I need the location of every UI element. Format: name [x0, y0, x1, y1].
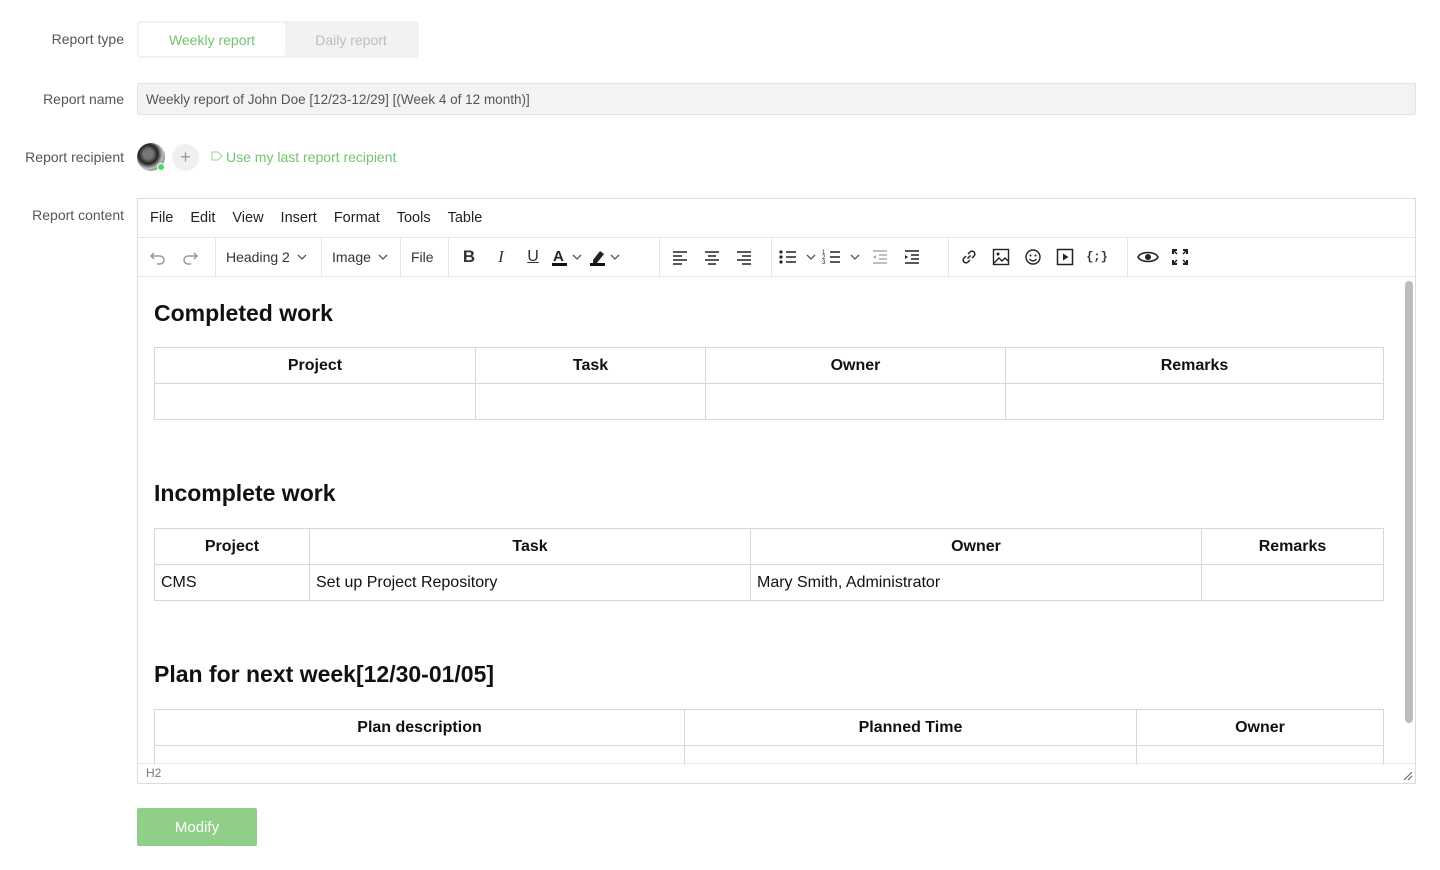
indent-icon[interactable] — [898, 242, 926, 272]
text-color-icon[interactable]: A — [551, 242, 585, 272]
emoji-icon[interactable] — [1019, 242, 1047, 272]
block-format-value: Heading 2 — [226, 249, 290, 265]
table-cell[interactable]: CMS — [154, 564, 310, 601]
editor-toolbar: Heading 2 Image File B I U A 1 2 3 {;} — [138, 237, 1415, 277]
table-header: Planned Time — [684, 709, 1137, 746]
modify-button[interactable]: Modify — [137, 808, 257, 846]
image-dropdown-label: Image — [332, 249, 371, 265]
daily-report-option[interactable]: Daily report — [285, 23, 417, 56]
incomplete-work-table: Project Task Owner Remarks CMS Set up Pr… — [154, 528, 1384, 601]
image-icon[interactable] — [987, 242, 1015, 272]
bold-icon[interactable]: B — [455, 242, 483, 272]
add-recipient-button[interactable]: + — [172, 144, 199, 171]
element-path[interactable]: H2 — [146, 766, 161, 780]
tag-icon — [211, 150, 223, 165]
editor-menubar: File Edit View Insert Format Tools Table — [138, 199, 1415, 238]
code-sample-icon[interactable]: {;} — [1083, 242, 1111, 272]
align-center-icon[interactable] — [698, 242, 726, 272]
report-type-toggle: Weekly report Daily report — [137, 21, 419, 58]
report-recipient-label: Report recipient — [25, 149, 124, 165]
online-status-dot — [157, 163, 165, 171]
menu-tools[interactable]: Tools — [397, 210, 431, 226]
table-header: Owner — [705, 347, 1006, 384]
menu-format[interactable]: Format — [334, 210, 380, 226]
weekly-report-option[interactable]: Weekly report — [139, 23, 285, 56]
table-header: Remarks — [1201, 528, 1384, 565]
table-cell[interactable] — [1201, 564, 1384, 601]
rich-text-editor: File Edit View Insert Format Tools Table… — [137, 198, 1416, 784]
section-heading-incomplete: Incomplete work — [154, 480, 336, 506]
use-last-recipient-link[interactable]: Use my last report recipient — [211, 149, 396, 165]
undo-icon[interactable] — [144, 242, 172, 272]
completed-work-table: Project Task Owner Remarks — [154, 347, 1384, 420]
italic-icon[interactable]: I — [487, 242, 515, 272]
underline-icon[interactable]: U — [519, 242, 547, 272]
svg-text:3: 3 — [822, 260, 826, 266]
block-format-dropdown[interactable]: Heading 2 — [222, 242, 312, 272]
table-header: Owner — [1136, 709, 1384, 746]
table-cell[interactable] — [705, 383, 1006, 420]
menu-file[interactable]: File — [150, 210, 173, 226]
outdent-icon[interactable] — [866, 242, 894, 272]
table-header: Remarks — [1005, 347, 1384, 384]
table-cell[interactable]: Set up Project Repository — [309, 564, 751, 601]
report-content-label: Report content — [32, 207, 124, 223]
chevron-down-icon — [378, 254, 388, 260]
menu-table[interactable]: Table — [448, 210, 483, 226]
chevron-down-icon — [297, 254, 307, 260]
svg-text:A: A — [553, 248, 564, 265]
editor-content[interactable]: Completed work Project Task Owner Remark… — [138, 278, 1401, 765]
report-name-input[interactable] — [137, 83, 1416, 115]
align-right-icon[interactable] — [730, 242, 758, 272]
table-cell[interactable] — [475, 383, 706, 420]
resize-handle-icon[interactable] — [1403, 771, 1413, 781]
table-header: Project — [154, 528, 310, 565]
file-button[interactable]: File — [407, 242, 438, 272]
report-name-label: Report name — [43, 91, 124, 107]
bullet-list-icon[interactable] — [778, 242, 818, 272]
table-header: Plan description — [154, 709, 685, 746]
image-dropdown[interactable]: Image — [328, 242, 393, 272]
use-last-recipient-text: Use my last report recipient — [226, 149, 397, 165]
table-header: Task — [475, 347, 706, 384]
table-row: CMS Set up Project Repository Mary Smith… — [154, 564, 1384, 601]
table-cell[interactable]: Mary Smith, Administrator — [750, 564, 1202, 601]
link-icon[interactable] — [955, 242, 983, 272]
menu-view[interactable]: View — [232, 210, 263, 226]
report-type-label: Report type — [51, 31, 124, 47]
preview-icon[interactable] — [1134, 242, 1162, 272]
highlight-color-icon[interactable] — [589, 242, 623, 272]
align-left-icon[interactable] — [666, 242, 694, 272]
plan-table: Plan description Planned Time Owner — [154, 709, 1384, 765]
fullscreen-icon[interactable] — [1166, 242, 1194, 272]
table-row — [154, 383, 1384, 420]
table-header: Task — [309, 528, 751, 565]
section-heading-completed: Completed work — [154, 300, 333, 326]
menu-insert[interactable]: Insert — [281, 210, 317, 226]
table-cell[interactable] — [154, 383, 476, 420]
table-header: Project — [154, 347, 476, 384]
table-cell[interactable] — [1005, 383, 1384, 420]
media-icon[interactable] — [1051, 242, 1079, 272]
editor-statusbar: H2 — [138, 763, 1415, 783]
section-heading-plan: Plan for next week[12/30-01/05] — [154, 661, 495, 687]
redo-icon[interactable] — [176, 242, 204, 272]
menu-edit[interactable]: Edit — [190, 210, 215, 226]
table-header: Owner — [750, 528, 1202, 565]
numbered-list-icon[interactable]: 123 — [822, 242, 862, 272]
editor-scrollbar[interactable] — [1405, 281, 1413, 723]
